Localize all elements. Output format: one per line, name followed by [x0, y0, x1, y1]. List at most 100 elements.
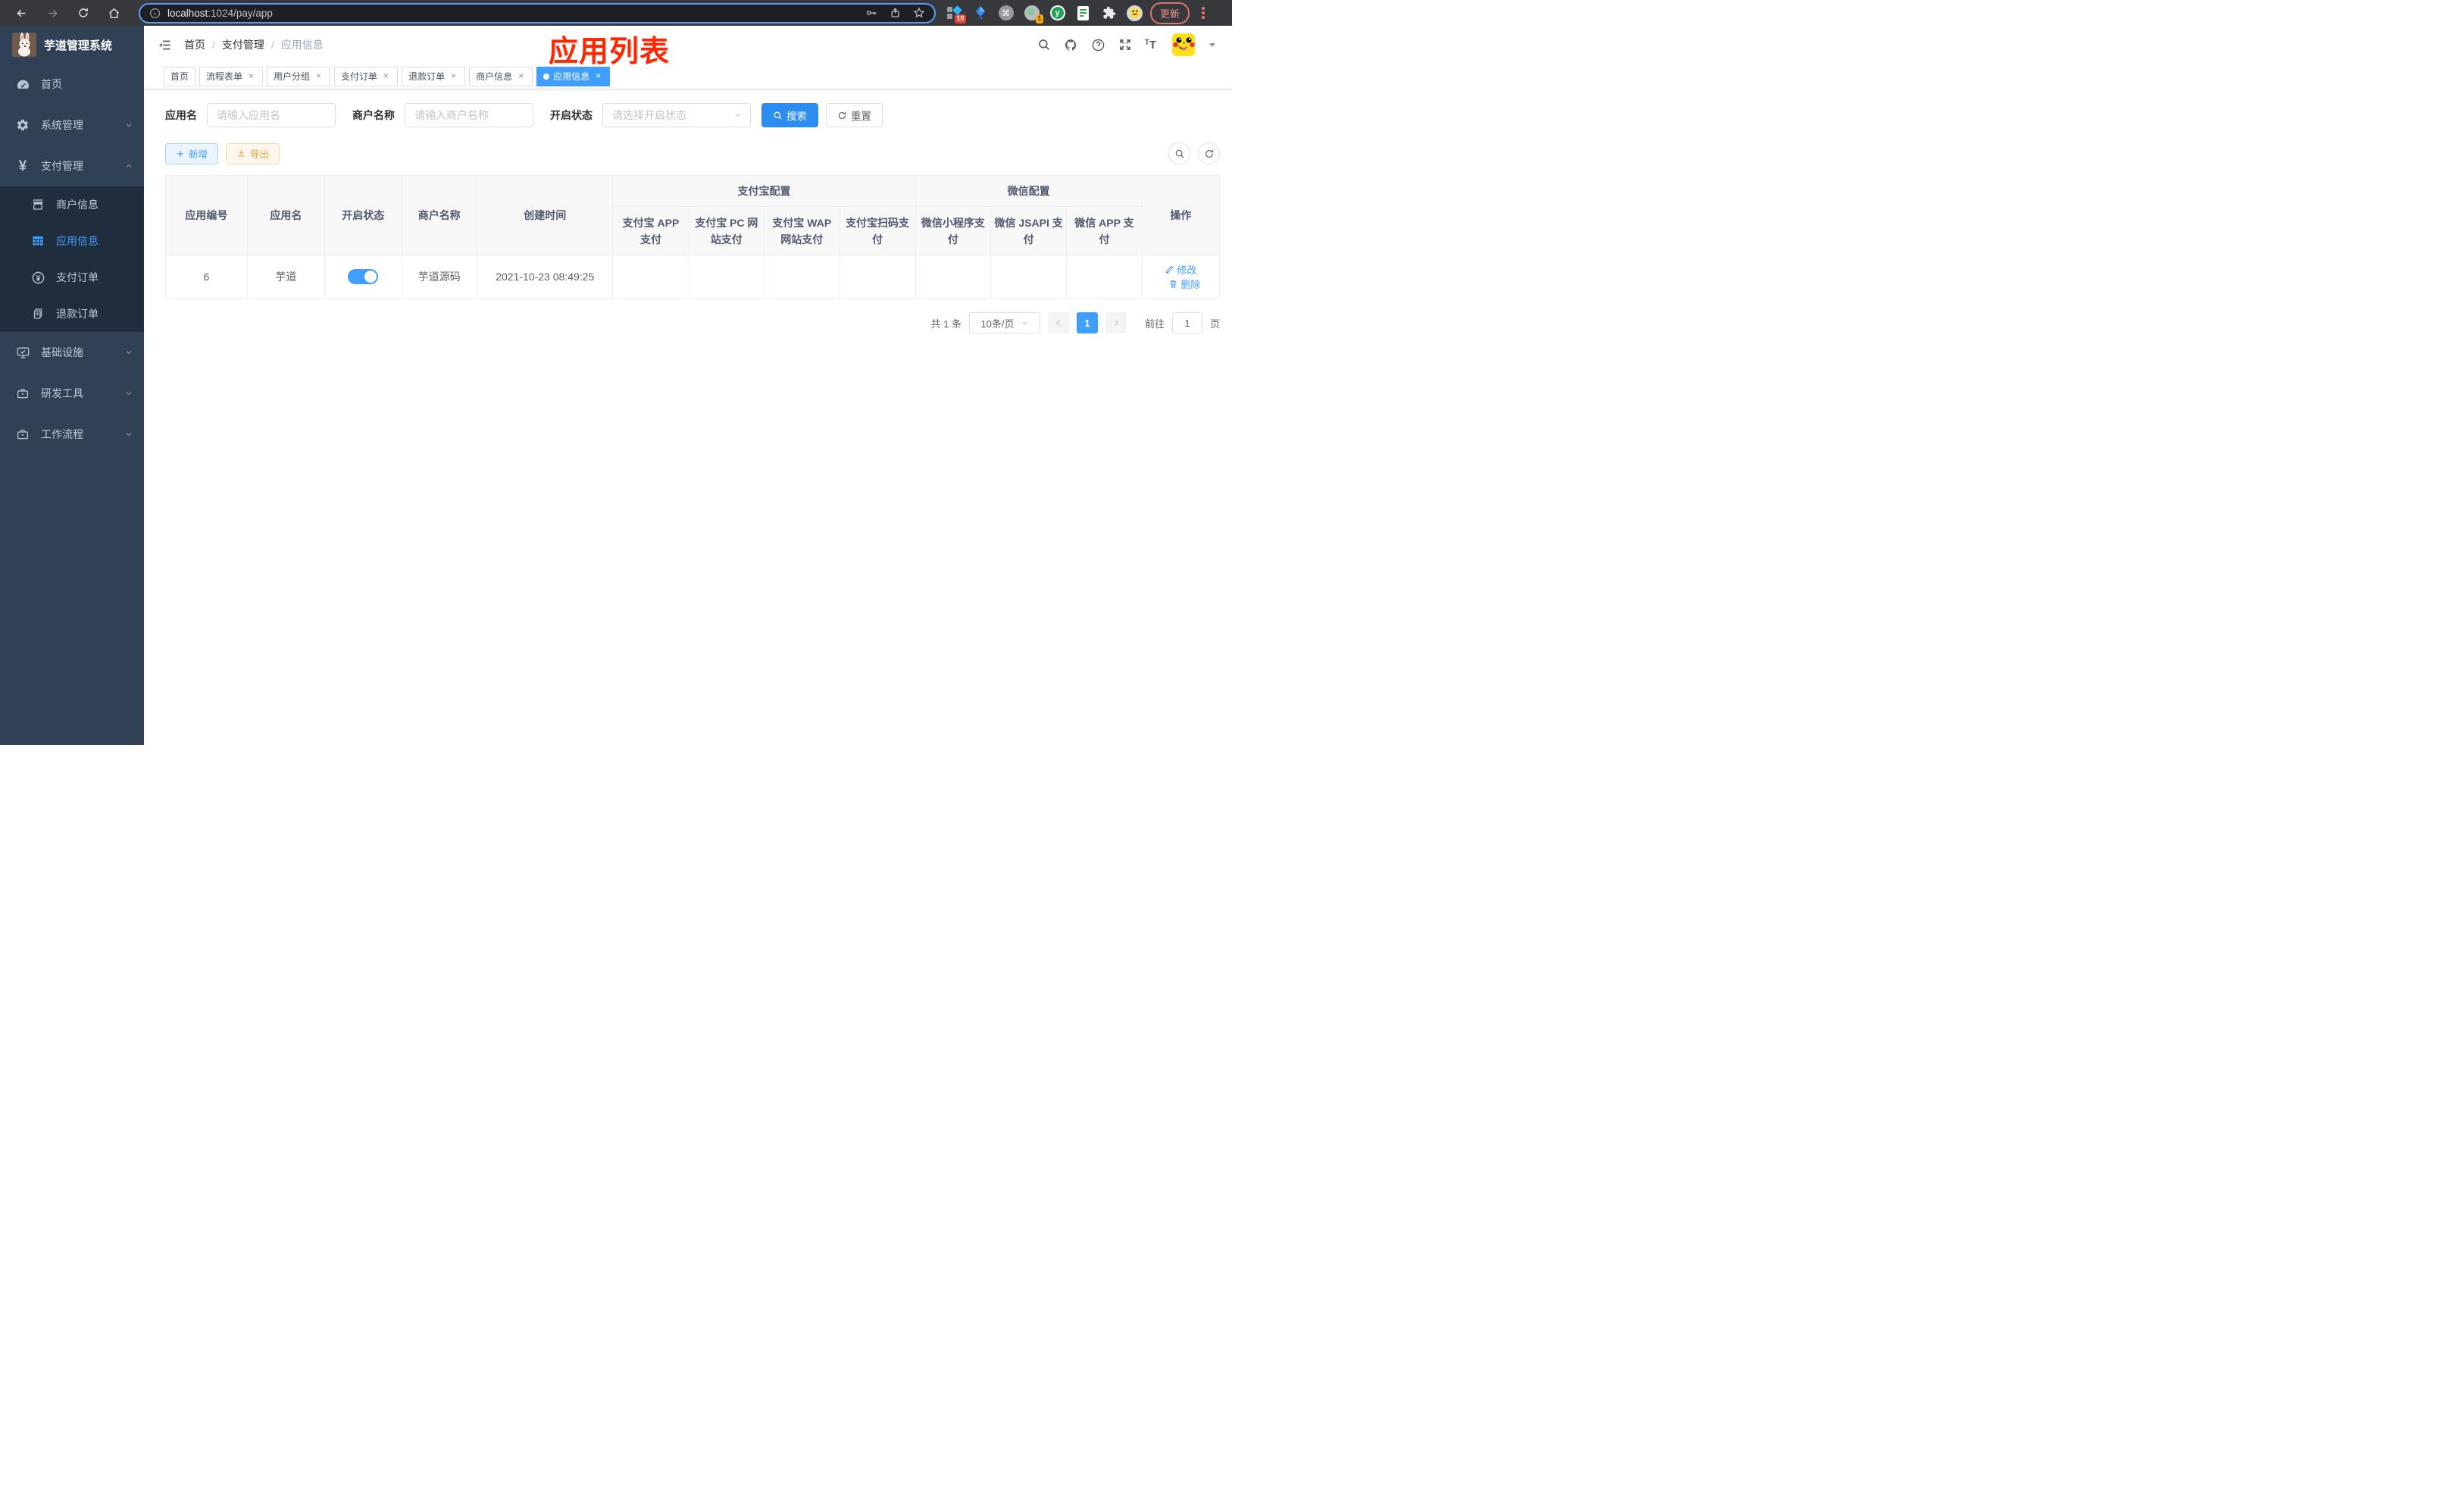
sidebar-item-infrastructure[interactable]: 基础设施 [0, 332, 144, 373]
browser-home-icon[interactable] [108, 7, 120, 20]
col-actions: 操作 [1141, 175, 1221, 255]
site-info-icon[interactable] [149, 8, 161, 19]
delete-link[interactable]: 删除 [1168, 277, 1200, 291]
url-text: localhost:1024/pay/app [167, 7, 273, 19]
tab-home[interactable]: 首页 [164, 66, 196, 86]
tab-merchant-info[interactable]: 商户信息 × [469, 66, 533, 86]
sidebar-item-system-management[interactable]: 系统管理 [0, 105, 144, 146]
sidebar-item-pay-order[interactable]: 支付订单 [0, 259, 144, 296]
page-number-button[interactable]: 1 [1076, 312, 1098, 333]
extension-doc-icon[interactable] [1075, 5, 1091, 21]
sidebar-fold-icon[interactable] [158, 38, 172, 52]
close-icon[interactable]: × [516, 71, 526, 81]
close-icon[interactable]: × [246, 71, 256, 81]
extension-puzzle-icon[interactable] [1101, 5, 1117, 21]
chevron-down-icon [124, 430, 133, 439]
close-icon[interactable]: × [593, 71, 603, 81]
sidebar-item-label: 基础设施 [41, 346, 83, 358]
extension-target-icon[interactable]: 1 [1024, 5, 1043, 23]
prev-page-button[interactable] [1047, 312, 1069, 333]
bookmark-star-icon[interactable] [913, 7, 925, 19]
active-dot [543, 73, 550, 80]
extension-blocks-icon[interactable]: 10 [946, 5, 966, 23]
page-size-select[interactable]: 10条/页 [968, 312, 1040, 333]
tab-pay-order[interactable]: 支付订单 × [334, 66, 399, 86]
extension-y-icon[interactable]: y [1049, 5, 1065, 21]
sidebar-item-refund-order[interactable]: 退款订单 [0, 296, 144, 332]
tab-refund-order[interactable]: 退款订单 × [402, 66, 466, 86]
col-alipay-pc: 支付宝 PC 网站支付 [688, 206, 765, 255]
reset-button[interactable]: 重置 [826, 103, 883, 127]
fullscreen-icon[interactable] [1118, 38, 1132, 52]
tab-user-group[interactable]: 用户分组 × [267, 66, 331, 86]
sidebar-item-label: 研发工具 [41, 387, 83, 399]
toggle-search-button[interactable] [1168, 142, 1190, 164]
next-page-button[interactable] [1105, 312, 1127, 333]
sidebar-item-home[interactable]: 首页 [0, 64, 144, 105]
col-wx-app: 微信 APP 支付 [1066, 206, 1143, 255]
help-icon[interactable] [1091, 38, 1105, 52]
edit-link[interactable]: 修改 [1165, 262, 1196, 277]
refresh-button[interactable] [1198, 142, 1220, 164]
col-wx-mini: 微信小程序支付 [915, 206, 992, 255]
sidebar-item-label: 首页 [41, 78, 62, 90]
export-button[interactable]: 导出 [226, 142, 280, 164]
app-title: 芋道管理系统 [44, 39, 113, 52]
close-icon[interactable]: × [314, 71, 324, 81]
sidebar-item-payment-management[interactable]: ¥ 支付管理 [0, 146, 144, 186]
github-icon[interactable] [1064, 38, 1078, 52]
sidebar-logo[interactable]: 芋道管理系统 [0, 26, 144, 64]
cell-status [324, 255, 402, 299]
col-app-name: 应用名 [246, 175, 326, 255]
search-icon[interactable] [1037, 38, 1051, 52]
chevron-down-icon [1021, 319, 1029, 327]
font-size-icon[interactable]: TT [1145, 39, 1156, 51]
status-label: 开启状态 [550, 109, 593, 121]
chevron-down-icon [733, 111, 743, 120]
sidebar-item-dev-tools[interactable]: 研发工具 [0, 373, 144, 414]
annotation-overlay: 应用列表 [549, 36, 671, 68]
sidebar-item-label: 商户信息 [56, 199, 98, 211]
user-avatar[interactable] [1172, 33, 1195, 56]
sidebar-item-merchant-info[interactable]: 商户信息 [0, 186, 144, 223]
sidebar-item-label: 支付订单 [56, 271, 98, 283]
document-icon [30, 307, 45, 321]
chevron-up-icon [124, 161, 133, 171]
extension-kite-icon[interactable] [972, 5, 988, 21]
sidebar-item-workflow[interactable]: 工作流程 [0, 414, 144, 455]
breadcrumb-home[interactable]: 首页 [184, 37, 205, 52]
browser-back-icon[interactable] [15, 7, 28, 20]
password-key-icon[interactable] [865, 7, 877, 19]
dashboard-icon [15, 77, 30, 92]
extension-command-icon[interactable]: ⌘ [998, 5, 1014, 21]
add-button[interactable]: 新增 [165, 142, 219, 164]
browser-update-button[interactable]: 更新 [1150, 2, 1190, 24]
extension-badge: 1 [1035, 14, 1043, 23]
user-menu-caret-icon[interactable] [1209, 42, 1215, 47]
close-icon[interactable]: × [449, 71, 458, 81]
toolbox-icon [15, 427, 30, 441]
address-bar[interactable]: localhost:1024/pay/app [139, 2, 936, 23]
sidebar: 芋道管理系统 首页 系统管理 ¥ 支付管理 商户信息 应用信息 支付订单 退款订… [0, 26, 144, 745]
status-select[interactable]: 请选择开启状态 [602, 103, 751, 127]
sidebar-item-app-info[interactable]: 应用信息 [0, 223, 144, 259]
browser-menu-icon[interactable] [1199, 7, 1208, 19]
browser-reload-icon[interactable] [77, 7, 89, 19]
search-button[interactable]: 搜索 [761, 103, 818, 127]
col-merchant: 商户名称 [401, 175, 478, 255]
status-toggle[interactable] [348, 269, 379, 284]
app-name-input[interactable] [207, 103, 336, 127]
browser-forward-icon[interactable] [46, 7, 59, 20]
merchant-name-input[interactable] [405, 103, 533, 127]
breadcrumb-current: 应用信息 [280, 39, 324, 51]
col-group-alipay: 支付宝配置 [612, 175, 916, 207]
share-icon[interactable] [890, 7, 901, 19]
close-icon[interactable]: × [381, 71, 391, 81]
goto-page-input[interactable] [1171, 312, 1202, 333]
toolbox-icon [15, 387, 30, 400]
grid-icon [30, 234, 45, 248]
profile-emoji-icon[interactable] [1127, 5, 1143, 21]
browser-chrome: localhost:1024/pay/app 10 ⌘ 1 y 更新 [0, 0, 1232, 26]
goto-suffix: 页 [1209, 318, 1220, 330]
tab-process-form[interactable]: 流程表单 × [199, 66, 264, 86]
